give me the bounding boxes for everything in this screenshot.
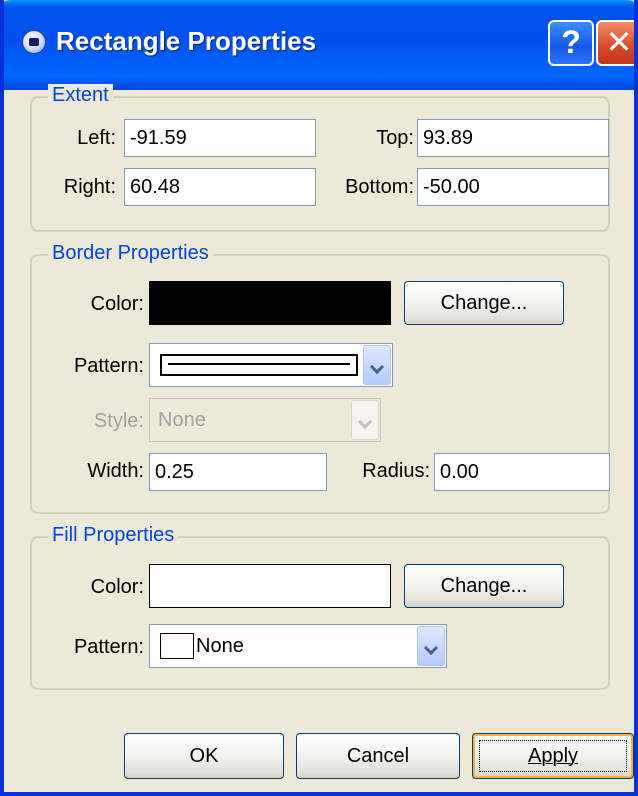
rectangle-properties-dialog: Rectangle Properties ? ✕ Extent Left: -9… bbox=[0, 0, 638, 796]
width-label: Width: bbox=[87, 460, 144, 482]
top-label: Top: bbox=[376, 127, 414, 149]
fill-pattern-select[interactable]: None bbox=[149, 624, 447, 668]
fill-pattern-label: Pattern: bbox=[73, 636, 144, 658]
right-label: Right: bbox=[63, 176, 116, 198]
bottom-label: Bottom: bbox=[345, 176, 414, 198]
bottom-input[interactable]: -50.00 bbox=[417, 168, 609, 206]
radius-input[interactable]: 0.00 bbox=[434, 453, 610, 491]
chevron-down-icon bbox=[351, 400, 379, 440]
window-title: Rectangle Properties bbox=[56, 26, 317, 56]
fill-color-swatch[interactable] bbox=[149, 564, 391, 608]
width-input[interactable]: 0.25 bbox=[149, 453, 327, 491]
fill-color-label: Color: bbox=[90, 576, 144, 598]
radius-label: Radius: bbox=[362, 460, 430, 482]
apply-button[interactable]: Apply bbox=[472, 733, 634, 779]
extent-group: Extent bbox=[30, 84, 610, 232]
border-color-label: Color: bbox=[90, 293, 144, 315]
right-input[interactable]: 60.48 bbox=[124, 168, 316, 206]
close-button[interactable]: ✕ bbox=[596, 20, 634, 66]
title-bar[interactable]: Rectangle Properties ? ✕ bbox=[4, 0, 634, 90]
border-style-select: None bbox=[149, 398, 381, 442]
border-style-label: Style: bbox=[93, 410, 144, 432]
ok-label: OK bbox=[189, 745, 219, 767]
fill-change-button[interactable]: Change... bbox=[404, 564, 564, 608]
extent-group-title: Extent bbox=[48, 84, 113, 107]
chevron-down-icon[interactable] bbox=[363, 345, 391, 385]
border-group-title: Border Properties bbox=[48, 242, 213, 265]
border-pattern-preview bbox=[160, 354, 358, 376]
fill-pattern-preview bbox=[160, 633, 194, 659]
app-icon bbox=[22, 30, 46, 54]
cancel-label: Cancel bbox=[346, 745, 410, 767]
border-change-label: Change... bbox=[440, 292, 528, 314]
fill-group-title: Fill Properties bbox=[48, 524, 179, 547]
focus-ring bbox=[479, 740, 627, 772]
border-style-value: None bbox=[158, 409, 206, 431]
ok-button[interactable]: OK bbox=[124, 733, 284, 779]
fill-pattern-value: None bbox=[196, 635, 244, 657]
fill-change-label: Change... bbox=[440, 575, 528, 597]
border-color-swatch[interactable] bbox=[149, 281, 391, 325]
border-pattern-select[interactable] bbox=[149, 343, 393, 387]
cancel-button[interactable]: Cancel bbox=[296, 733, 460, 779]
top-input[interactable]: 93.89 bbox=[417, 119, 609, 157]
left-label: Left: bbox=[77, 127, 116, 149]
border-change-button[interactable]: Change... bbox=[404, 281, 564, 325]
help-button[interactable]: ? bbox=[548, 20, 594, 66]
border-pattern-label: Pattern: bbox=[73, 355, 144, 377]
chevron-down-icon[interactable] bbox=[417, 626, 445, 666]
left-input[interactable]: -91.59 bbox=[124, 119, 316, 157]
